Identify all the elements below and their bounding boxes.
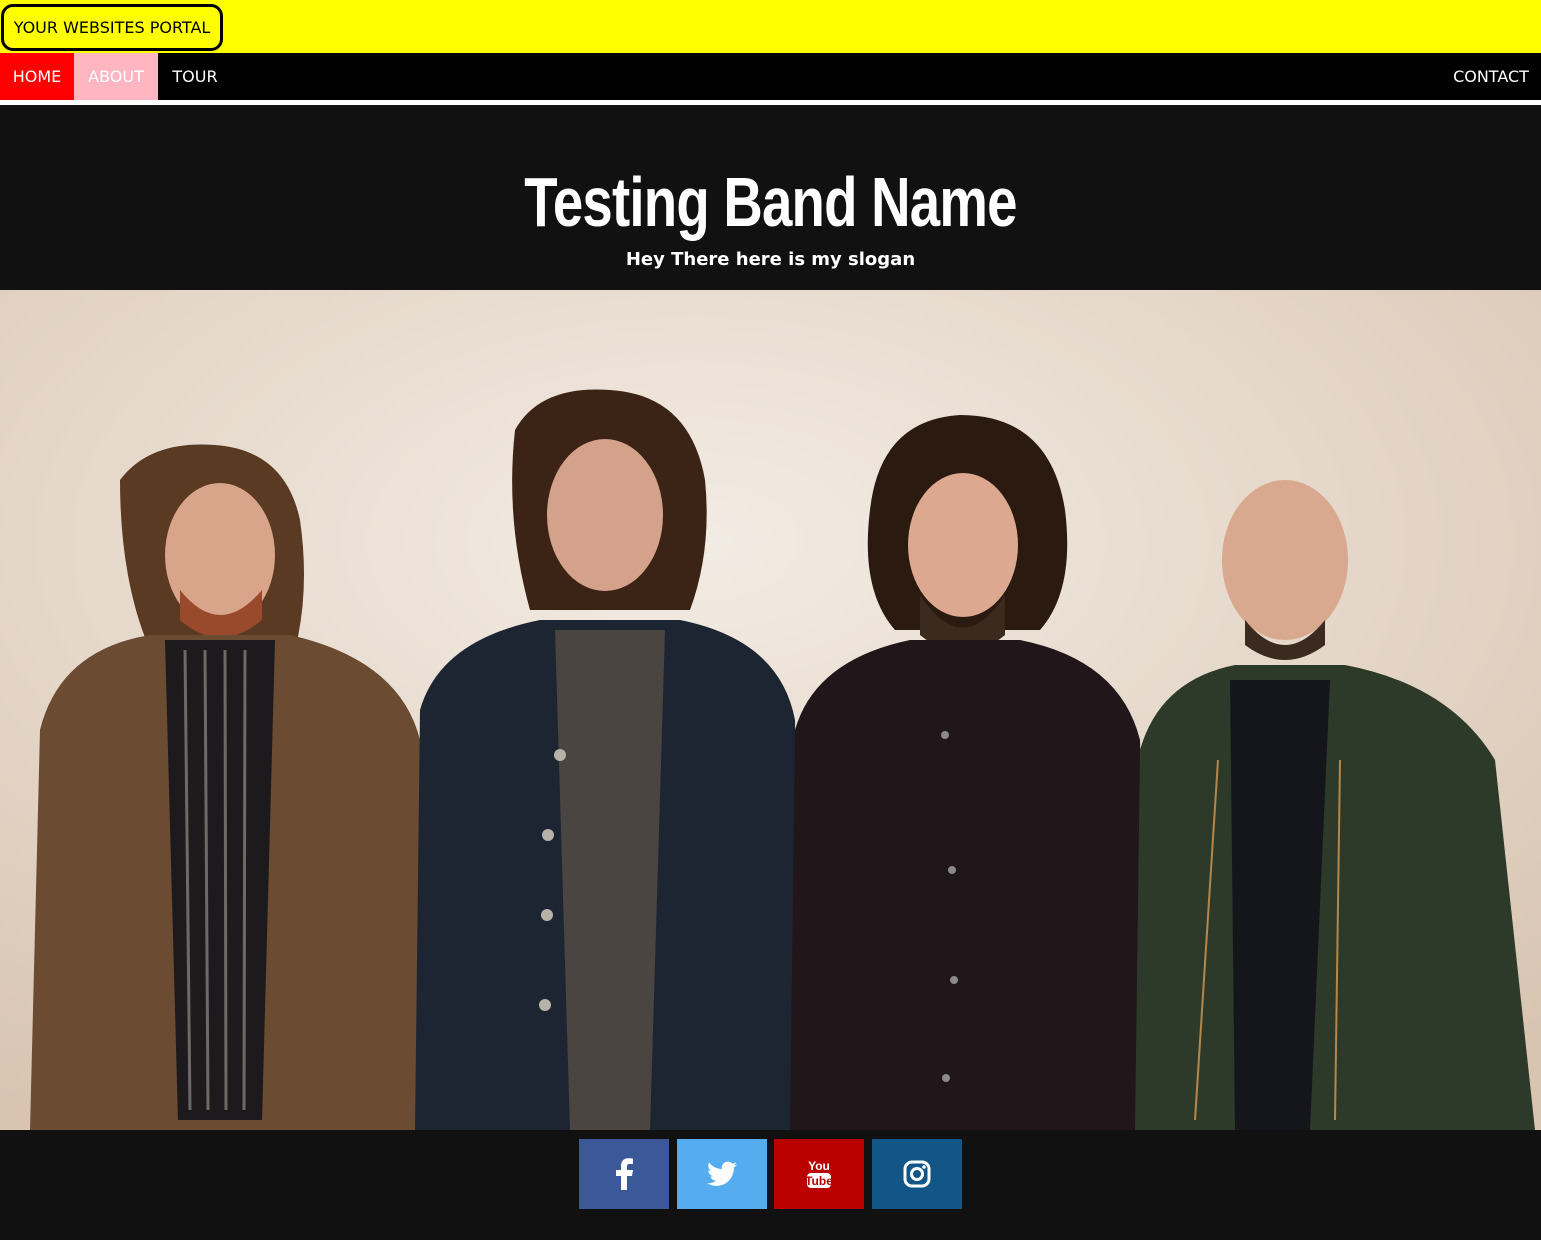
instagram-button[interactable] <box>872 1139 962 1209</box>
nav-contact[interactable]: CONTACT <box>1441 53 1541 100</box>
footer: You Tube <box>0 1130 1541 1240</box>
svg-text:You: You <box>808 1159 830 1173</box>
facebook-icon <box>616 1158 633 1190</box>
nav-tour[interactable]: TOUR <box>158 53 232 100</box>
twitter-icon <box>707 1161 737 1186</box>
slogan: Hey There here is my slogan <box>625 249 916 270</box>
portal-bar: YOUR WEBSITES PORTAL <box>0 0 1541 53</box>
band-photo <box>0 290 1541 1130</box>
instagram-icon <box>903 1160 931 1188</box>
band-name: Testing Band Name <box>524 163 1017 241</box>
portal-button[interactable]: YOUR WEBSITES PORTAL <box>1 4 223 51</box>
nav-home[interactable]: HOME <box>0 53 74 100</box>
twitter-button[interactable] <box>677 1139 767 1209</box>
youtube-button[interactable]: You Tube <box>774 1139 864 1209</box>
band-photo-illustration <box>0 290 1541 1130</box>
site-header: Testing Band Name Hey There here is my s… <box>0 105 1541 290</box>
facebook-button[interactable] <box>579 1139 669 1209</box>
youtube-icon: You Tube <box>805 1159 833 1188</box>
main-nav: HOME ABOUT TOUR CONTACT <box>0 53 1541 100</box>
nav-about[interactable]: ABOUT <box>74 53 158 100</box>
svg-text:Tube: Tube <box>805 1174 833 1188</box>
